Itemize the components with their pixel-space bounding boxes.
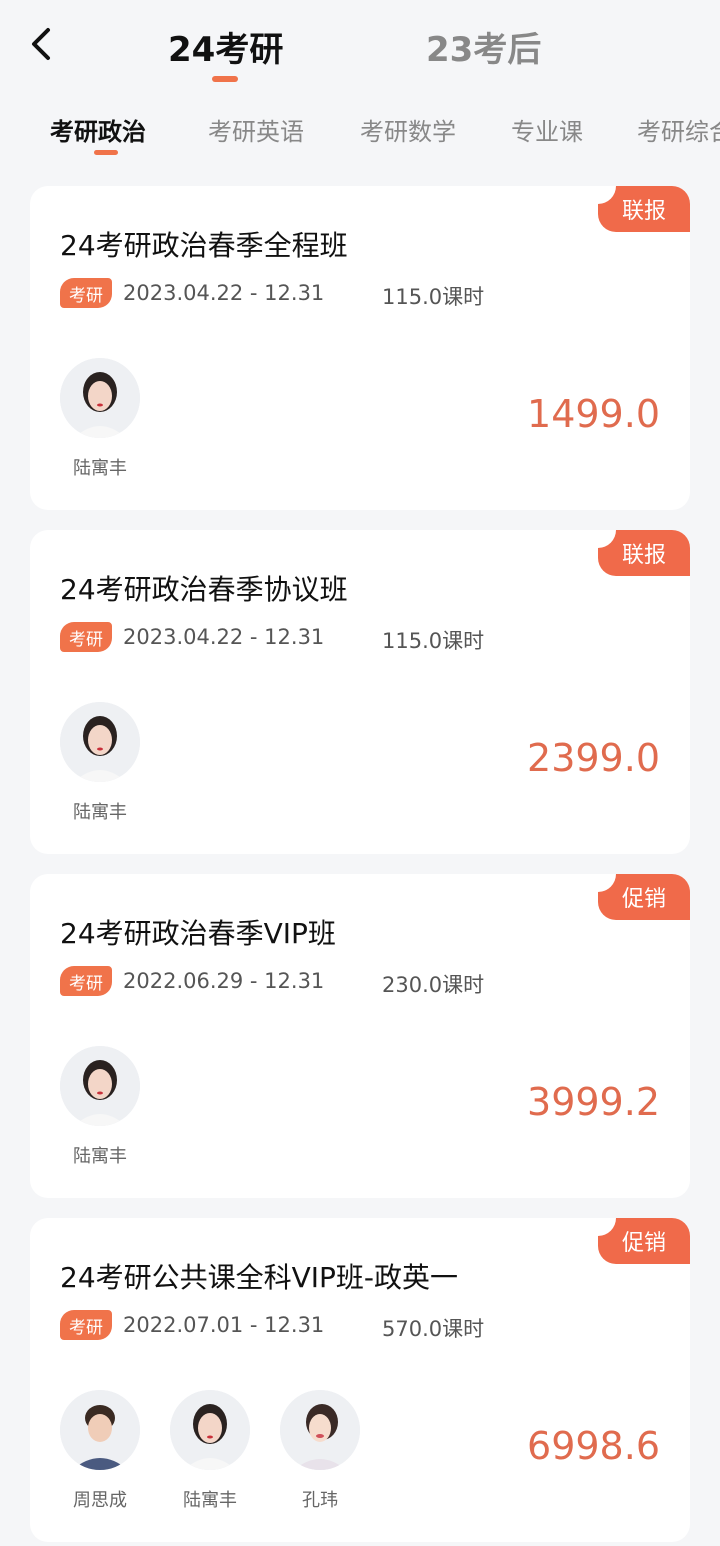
subtab-major[interactable]: 专业课: [511, 112, 583, 147]
female-teacher-avatar-icon: [60, 358, 140, 438]
promo-badge: 促销: [598, 874, 690, 920]
chevron-left-icon: [32, 28, 50, 60]
back-button[interactable]: [28, 24, 56, 64]
course-card[interactable]: 联报 24考研政治春季协议班 考研 2023.04.22 - 12.31 115…: [30, 530, 690, 854]
promo-badge: 联报: [598, 530, 690, 576]
teacher[interactable]: 周思成: [50, 1390, 150, 1512]
teacher-name: 陆寓丰: [73, 802, 127, 823]
course-hours: 115.0课时: [382, 629, 485, 653]
course-title: 24考研政治春季全程班: [60, 229, 348, 262]
teacher-avatar: [60, 1046, 140, 1126]
teacher-avatar: [60, 702, 140, 782]
subtab-english[interactable]: 考研英语: [208, 112, 304, 147]
teacher-avatar: [170, 1390, 250, 1470]
course-card[interactable]: 联报 24考研政治春季全程班 考研 2023.04.22 - 12.31 115…: [30, 186, 690, 510]
tab-23-kaohou[interactable]: 23考后: [426, 22, 541, 71]
course-card[interactable]: 促销 24考研公共课全科VIP班-政英一 考研 2022.07.01 - 12.…: [30, 1218, 690, 1542]
teacher-name: 陆寓丰: [73, 1146, 127, 1167]
category-tag: 考研: [60, 622, 112, 652]
teacher-avatar: [280, 1390, 360, 1470]
course-title: 24考研公共课全科VIP班-政英一: [60, 1261, 459, 1294]
tab-24-kaoyan[interactable]: 24考研: [168, 22, 283, 71]
category-tag: 考研: [60, 966, 112, 996]
course-dates: 2022.07.01 - 12.31: [123, 1313, 325, 1337]
teacher-name: 孔玮: [302, 1490, 338, 1511]
female-teacher-avatar-icon: [280, 1390, 360, 1470]
subtab-comprehensive[interactable]: 考研综合: [637, 112, 720, 147]
teacher[interactable]: 陆寓丰: [160, 1390, 260, 1512]
active-subtab-indicator: [94, 150, 118, 155]
course-title: 24考研政治春季协议班: [60, 573, 348, 606]
teacher-avatar: [60, 358, 140, 438]
course-dates: 2023.04.22 - 12.31: [123, 281, 325, 305]
course-hours: 230.0课时: [382, 973, 485, 997]
teacher-avatar: [60, 1390, 140, 1470]
category-tag: 考研: [60, 278, 112, 308]
course-price: 1499.0: [527, 392, 660, 436]
teacher[interactable]: 陆寓丰: [50, 358, 150, 480]
female-teacher-avatar-icon: [170, 1390, 250, 1470]
top-bar: 24考研 23考后: [0, 0, 720, 90]
promo-badge: 促销: [598, 1218, 690, 1264]
course-price: 2399.0: [527, 736, 660, 780]
category-tag: 考研: [60, 1310, 112, 1340]
teacher-name: 陆寓丰: [183, 1490, 237, 1511]
male-teacher-avatar-icon: [60, 1390, 140, 1470]
subtab-politics[interactable]: 考研政治: [50, 112, 146, 147]
teacher[interactable]: 陆寓丰: [50, 1046, 150, 1168]
course-title: 24考研政治春季VIP班: [60, 917, 336, 950]
subtab-math[interactable]: 考研数学: [360, 112, 456, 147]
course-card[interactable]: 促销 24考研政治春季VIP班 考研 2022.06.29 - 12.31 23…: [30, 874, 690, 1198]
course-price: 3999.2: [527, 1080, 660, 1124]
course-hours: 570.0课时: [382, 1317, 485, 1341]
active-tab-indicator: [212, 76, 238, 82]
teacher-name: 陆寓丰: [73, 458, 127, 479]
course-dates: 2022.06.29 - 12.31: [123, 969, 325, 993]
course-hours: 115.0课时: [382, 285, 485, 309]
subject-tabs: 考研政治 考研英语 考研数学 专业课 考研综合: [0, 100, 720, 166]
course-price: 6998.6: [527, 1424, 660, 1468]
teacher-name: 周思成: [73, 1490, 127, 1511]
female-teacher-avatar-icon: [60, 1046, 140, 1126]
course-dates: 2023.04.22 - 12.31: [123, 625, 325, 649]
promo-badge: 联报: [598, 186, 690, 232]
female-teacher-avatar-icon: [60, 702, 140, 782]
teacher[interactable]: 孔玮: [270, 1390, 370, 1512]
teacher[interactable]: 陆寓丰: [50, 702, 150, 824]
